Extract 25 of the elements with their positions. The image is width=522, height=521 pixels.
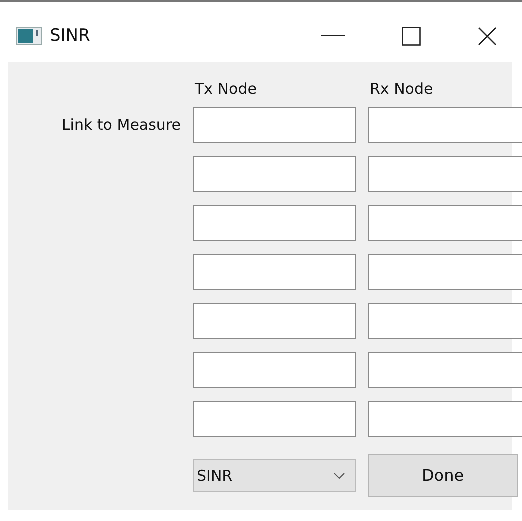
- rx-node-field[interactable]: [368, 303, 522, 339]
- rx-node-field[interactable]: [368, 107, 522, 143]
- app-icon: [16, 27, 42, 45]
- tx-node-field[interactable]: [193, 205, 356, 241]
- rx-node-field[interactable]: [368, 205, 522, 241]
- tx-node-field[interactable]: [193, 107, 356, 143]
- maximize-icon[interactable]: [402, 26, 421, 46]
- rx-node-field[interactable]: [368, 156, 522, 192]
- rx-node-field[interactable]: [368, 352, 522, 388]
- tx-node-field[interactable]: [193, 303, 356, 339]
- metric-dropdown[interactable]: SINR: [193, 459, 356, 492]
- tx-node-field[interactable]: [193, 401, 356, 437]
- tx-node-field[interactable]: [193, 352, 356, 388]
- column-heading: Tx Node: [194, 80, 258, 98]
- chevron-icon: [334, 472, 345, 478]
- window-title: SINR: [50, 26, 90, 46]
- minimize-icon[interactable]: [321, 35, 345, 37]
- close-icon[interactable]: [478, 26, 497, 46]
- rx-node-field[interactable]: [368, 401, 522, 437]
- done-button[interactable]: Done: [368, 454, 518, 497]
- column-heading: Rx Node: [369, 80, 434, 98]
- tx-node-field[interactable]: [193, 254, 356, 290]
- row-label: Link to Measure: [60, 116, 181, 134]
- rx-node-field[interactable]: [368, 254, 522, 290]
- tx-node-field[interactable]: [193, 156, 356, 192]
